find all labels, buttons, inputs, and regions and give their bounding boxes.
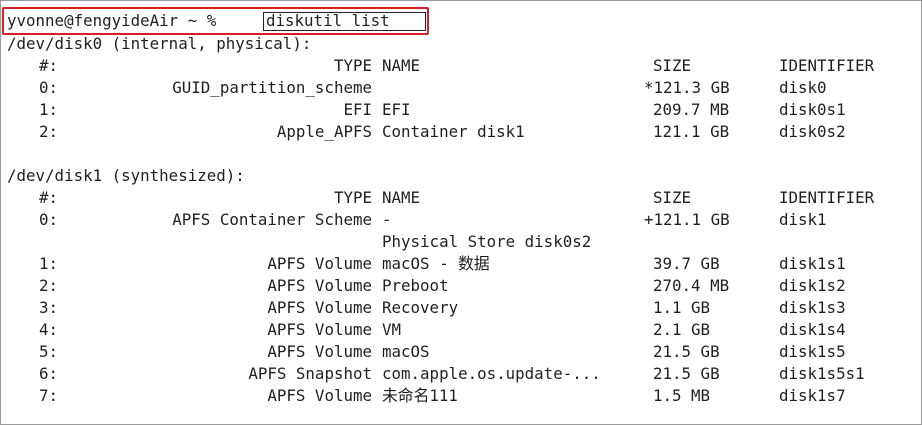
partition-number: 2: [39,122,59,141]
partition-size: 2.1 GB [653,320,711,339]
partition-row: 0: GUID_partition_scheme *121.3 GB disk0 [7,78,907,98]
partition-row: 3: APFS Volume Recovery 1.1 GB disk1s3 [7,298,907,318]
header-num: #: [39,56,59,75]
partition-number: 1: [39,100,59,119]
partition-size: 1.1 GB [653,298,711,317]
partition-type: EFI [343,100,372,119]
partition-identifier: disk1s1 [779,254,846,273]
partition-name: macOS - 数据 [382,254,490,273]
partition-identifier: disk1s5s1 [779,364,865,383]
header-identifier: IDENTIFIER [779,56,875,75]
partition-identifier: disk1s2 [779,276,846,295]
partition-identifier: disk1s5 [779,342,846,361]
partition-type: APFS Container Scheme [172,210,372,229]
terminal-window: yvonne@fengyideAir ~ % diskutil list /de… [0,0,922,425]
partition-type: Apple_APFS [276,122,372,141]
partition-number: 3: [39,298,59,317]
partition-size: 209.7 MB [653,100,730,119]
partition-identifier: disk0s1 [779,100,846,119]
partition-row: 1: APFS Volume macOS - 数据 39.7 GB disk1s1 [7,254,907,274]
partition-size: 270.4 MB [653,276,730,295]
partition-row: 0: APFS Container Scheme - +121.1 GB disk1 [7,210,907,230]
partition-size: 21.5 GB [653,342,720,361]
partition-number: 0: [39,78,59,97]
partition-size: 39.7 GB [653,254,720,273]
partition-name: Physical Store disk0s2 [382,232,592,251]
disk1-title: /dev/disk1 (synthesized): [7,166,245,185]
partition-row: Physical Store disk0s2 [7,232,907,252]
partition-name: com.apple.os.update-... [382,364,601,383]
partition-number: 5: [39,342,59,361]
partition-row: 1: EFI EFI 209.7 MB disk0s1 [7,100,907,120]
partition-number: 4: [39,320,59,339]
partition-type: GUID_partition_scheme [172,78,372,97]
partition-type: APFS Volume [267,254,372,273]
header-size: SIZE [653,188,692,207]
partition-identifier: disk1s3 [779,298,846,317]
header-type: TYPE [333,56,372,75]
partition-size: *121.3 GB [644,78,730,97]
partition-number: 7: [39,386,59,405]
partition-type: APFS Volume [267,320,372,339]
partition-identifier: disk1 [779,210,827,229]
partition-name: macOS [382,342,430,361]
partition-name: Recovery [382,298,459,317]
header-type: TYPE [333,188,372,207]
partition-size: 21.5 GB [653,364,720,383]
partition-name: - [382,210,392,229]
partition-number: 1: [39,254,59,273]
partition-number: 6: [39,364,59,383]
header-name: NAME [382,188,421,207]
partition-row: 5: APFS Volume macOS 21.5 GB disk1s5 [7,342,907,362]
partition-row: 4: APFS Volume VM 2.1 GB disk1s4 [7,320,907,340]
disk1-header-row: #: TYPE NAME SIZE IDENTIFIER [7,188,907,208]
partition-type: APFS Snapshot [248,364,372,383]
partition-name: VM [382,320,402,339]
partition-size: 1.5 MB [653,386,711,405]
partition-name: 未命名111 [382,386,458,405]
partition-size: +121.1 GB [644,210,730,229]
header-size: SIZE [653,56,692,75]
partition-type: APFS Volume [267,298,372,317]
partition-row: 2: Apple_APFS Container disk1 121.1 GB disk0… [7,122,907,142]
command-highlight-box [2,7,429,35]
disk0-title: /dev/disk0 (internal, physical): [7,34,312,53]
partition-name: Container disk1 [382,122,525,141]
partition-name: EFI [382,100,411,119]
partition-identifier: disk1s4 [779,320,846,339]
partition-row: 6: APFS Snapshot com.apple.os.update-... 21… [7,364,907,384]
partition-identifier: disk1s7 [779,386,846,405]
partition-type: APFS Volume [267,342,372,361]
partition-type: APFS Volume [267,276,372,295]
partition-number: 2: [39,276,59,295]
partition-row: 7: APFS Volume 未命名111 1.5 MB disk1s7 [7,386,907,406]
partition-row: 2: APFS Volume Preboot 270.4 MB disk1s2 [7,276,907,296]
partition-identifier: disk0s2 [779,122,846,141]
partition-number: 0: [39,210,59,229]
header-num: #: [39,188,59,207]
header-name: NAME [382,56,421,75]
partition-name: Preboot [382,276,449,295]
partition-size: 121.1 GB [653,122,730,141]
partition-type: APFS Volume [267,386,372,405]
header-identifier: IDENTIFIER [779,188,875,207]
disk0-header-row: #: TYPE NAME SIZE IDENTIFIER [7,56,907,76]
partition-identifier: disk0 [779,78,827,97]
